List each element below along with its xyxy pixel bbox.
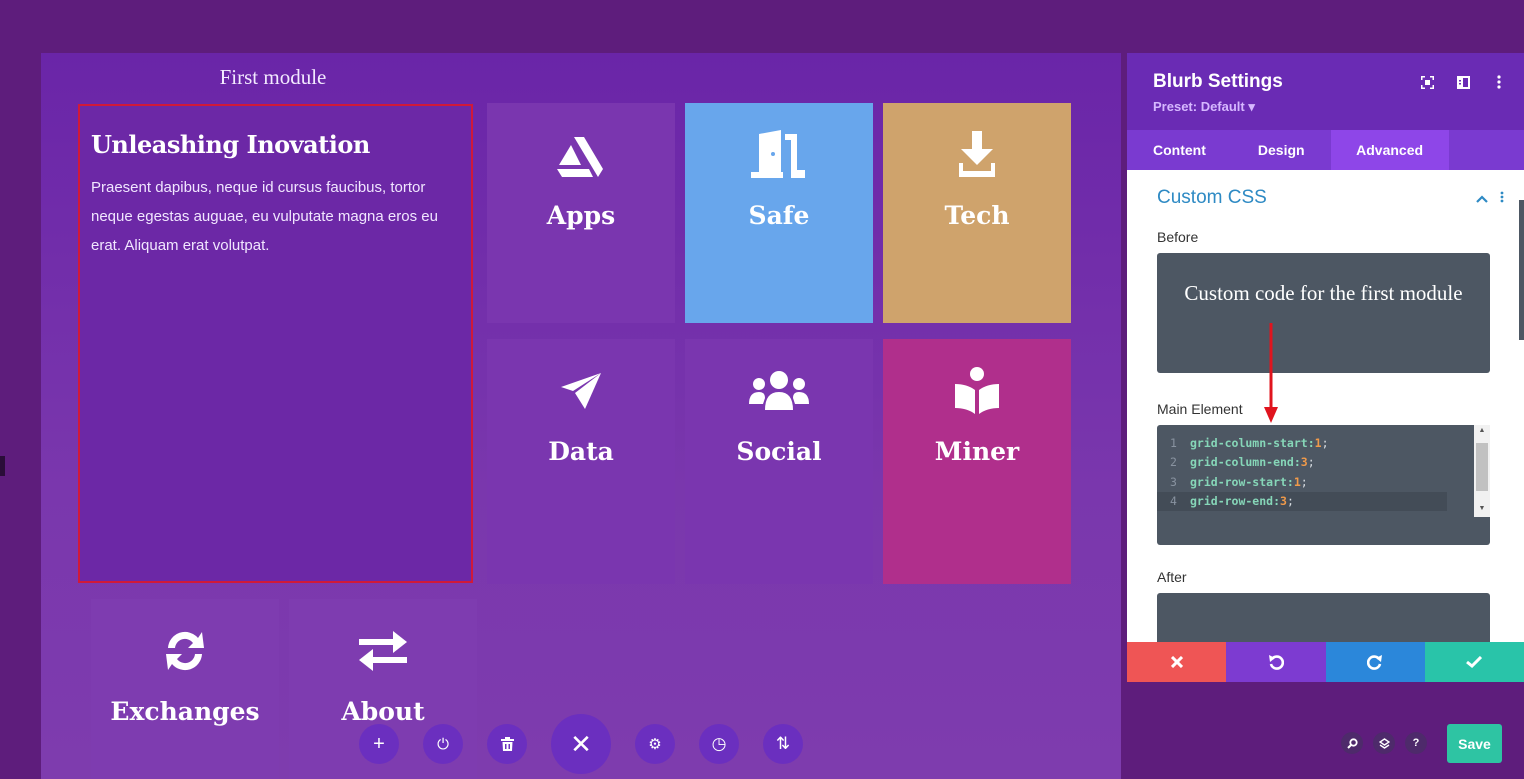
tab-advanced[interactable]: Advanced [1330, 130, 1449, 170]
clock-icon: ◷ [711, 734, 727, 753]
panel-scrollbar[interactable] [1519, 200, 1524, 340]
tab-design[interactable]: Design [1232, 130, 1331, 170]
check-icon [1466, 656, 1483, 668]
layers-icon [1378, 737, 1390, 749]
delete-button[interactable] [487, 724, 527, 764]
settings-tabs: Content Design Advanced [1127, 130, 1524, 170]
after-label: After [1157, 569, 1187, 585]
save-button[interactable]: Save [1447, 724, 1502, 763]
add-button[interactable]: + [359, 724, 399, 764]
redo-icon [1367, 655, 1383, 670]
power-icon: ⏻ [437, 735, 449, 753]
plus-icon: + [373, 732, 385, 755]
help-button[interactable]: ? [1405, 732, 1427, 754]
close-icon [1170, 656, 1183, 668]
tile-label: Apps [546, 201, 616, 230]
fullscreen-icon[interactable] [1420, 75, 1434, 89]
tile-exchanges[interactable]: Exchanges [91, 599, 279, 779]
power-button[interactable]: ⏻ [423, 724, 463, 764]
featured-title: Unleashing Inovation [91, 130, 370, 159]
scroll-down-arrow-icon[interactable]: ▼ [1477, 505, 1487, 515]
close-icon: ✕ [570, 728, 592, 759]
undo-icon [1268, 655, 1284, 670]
tile-data[interactable]: Data [487, 339, 675, 584]
tile-label: About [341, 697, 425, 726]
preset-dropdown[interactable]: Preset: Default ▾ [1153, 99, 1498, 115]
before-css-editor[interactable]: Custom code for the first module [1157, 253, 1490, 373]
tile-label: Social [736, 437, 822, 466]
section-options-icon[interactable] [1500, 190, 1504, 206]
scroll-up-arrow-icon[interactable]: ▲ [1477, 427, 1487, 437]
section-title: Custom CSS [1157, 187, 1267, 208]
portability-button[interactable]: ⇅ [763, 724, 803, 764]
before-label: Before [1157, 229, 1199, 245]
panel-header: Blurb Settings Preset: Default ▾ [1127, 53, 1524, 130]
gear-icon: ⚙ [648, 736, 662, 753]
tile-label: Tech [944, 201, 1010, 230]
featured-blurb-module[interactable]: Unleashing Inovation Praesent dapibus, n… [78, 104, 473, 583]
tile-social[interactable]: Social [685, 339, 873, 584]
code-line: 1 grid-column-start: 1; [1170, 435, 1329, 450]
close-builder-button[interactable]: ✕ [551, 714, 611, 774]
tile-label: Miner [934, 437, 1020, 466]
download-icon [957, 131, 997, 179]
history-button[interactable]: ◷ [699, 724, 739, 764]
tile-label: Safe [748, 201, 810, 230]
code-line: 3 grid-row-start: 1; [1170, 474, 1308, 489]
annotation-text: Custom code for the first module [1184, 281, 1463, 305]
tile-tech[interactable]: Tech [883, 103, 1071, 323]
tile-miner[interactable]: Miner [883, 339, 1071, 584]
custom-css-section-header[interactable]: Custom CSS [1157, 187, 1504, 209]
chevron-up-icon[interactable] [1476, 190, 1488, 206]
exchange-arrows-icon [357, 627, 409, 675]
more-options-icon[interactable] [1492, 75, 1506, 89]
section-title: First module [219, 65, 327, 89]
editor-scrollbar[interactable]: ▲ ▼ [1474, 425, 1490, 517]
undo-button[interactable] [1226, 642, 1326, 682]
main-element-css-editor[interactable]: 1 grid-column-start: 1; 2 grid-column-end… [1157, 425, 1490, 545]
book-reader-icon [953, 367, 1001, 415]
artstation-icon [557, 131, 605, 179]
redo-button[interactable] [1325, 642, 1425, 682]
sort-arrows-icon: ⇅ [775, 734, 791, 753]
tile-label: Data [548, 437, 614, 466]
discard-button[interactable] [1127, 642, 1227, 682]
code-line-active: 4 grid-row-end: 3; [1157, 491, 1447, 511]
scrollbar-thumb[interactable] [1476, 443, 1488, 491]
confirm-button[interactable] [1424, 642, 1524, 682]
split-view-icon[interactable] [1456, 75, 1470, 89]
help-icon: ? [1412, 737, 1420, 749]
tile-label: Exchanges [110, 697, 260, 726]
door-open-icon [751, 130, 807, 179]
find-button[interactable] [1341, 732, 1363, 754]
blurb-settings-panel: Blurb Settings Preset: Default ▾ Content… [1127, 53, 1524, 682]
tile-safe[interactable]: Safe [685, 103, 873, 323]
code-line: 2 grid-column-end: 3; [1170, 455, 1315, 470]
users-icon [749, 367, 809, 415]
left-edge-marker [0, 456, 5, 476]
trash-icon [500, 737, 514, 751]
paper-plane-icon [559, 367, 603, 415]
tab-content[interactable]: Content [1127, 130, 1232, 170]
sync-icon [160, 627, 210, 675]
builder-canvas: First module Unleashing Inovation Praese… [41, 53, 1121, 779]
panel-action-bar [1127, 642, 1524, 682]
main-element-label: Main Element [1157, 401, 1243, 417]
featured-body: Praesent dapibus, neque id cursus faucib… [91, 179, 438, 254]
settings-button[interactable]: ⚙ [635, 724, 675, 764]
tile-apps[interactable]: Apps [487, 103, 675, 323]
layers-button[interactable] [1373, 732, 1395, 754]
search-icon [1346, 737, 1358, 749]
annotation-arrow-icon [1264, 323, 1278, 423]
